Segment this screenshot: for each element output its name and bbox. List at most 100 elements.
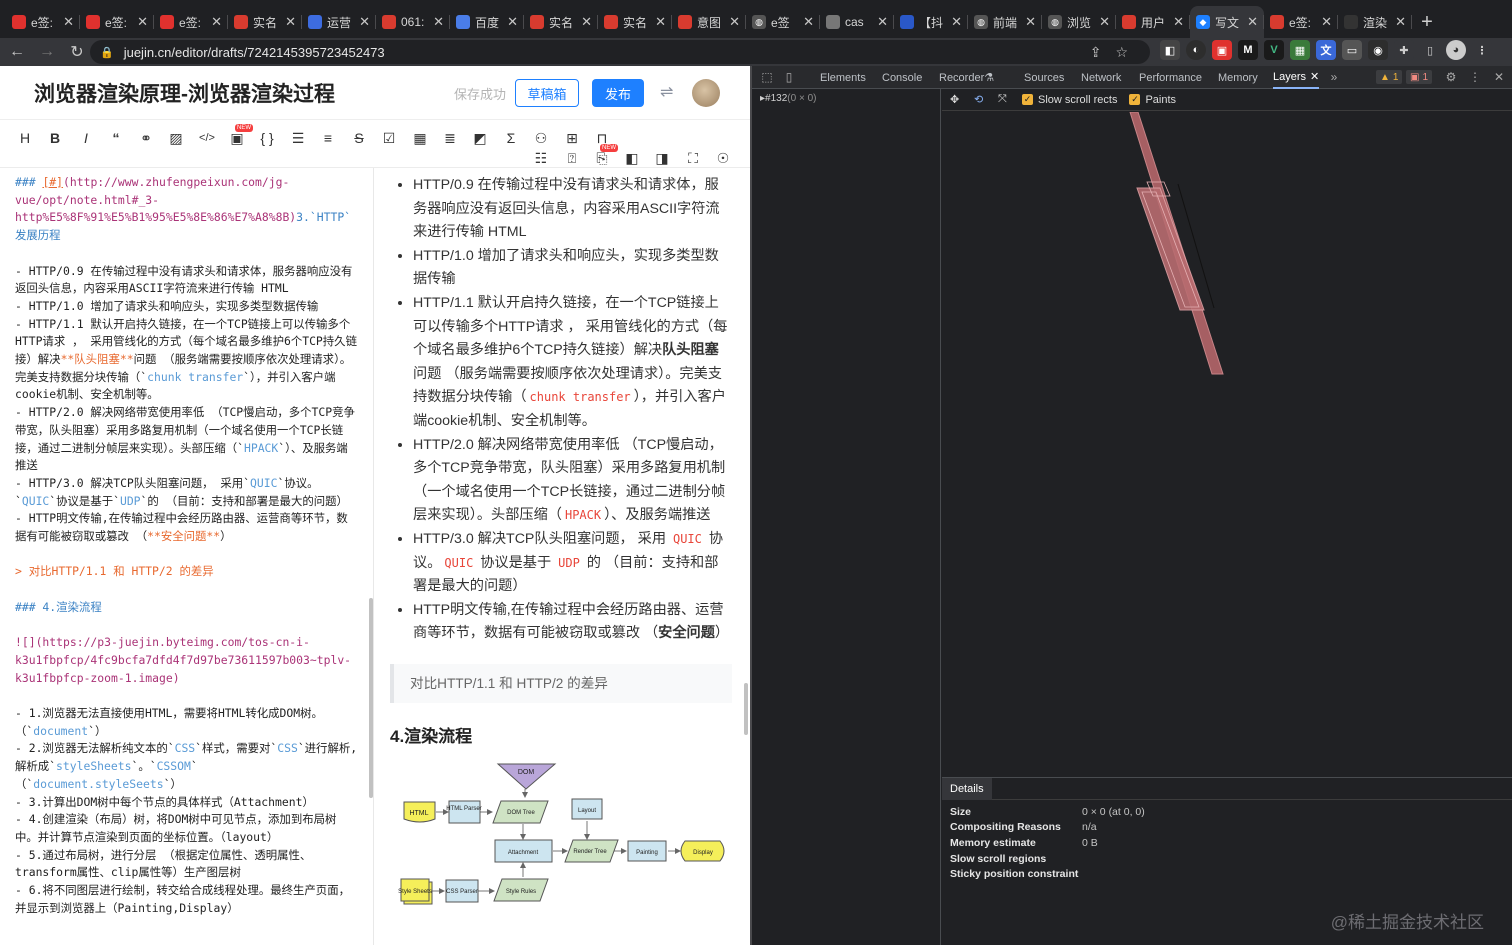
close-tab-icon[interactable]: ✕ xyxy=(729,14,740,30)
extension-icon[interactable]: M xyxy=(1238,40,1258,60)
ordered-list-icon[interactable]: ≡ xyxy=(318,129,338,147)
close-tab-icon[interactable]: ✕ xyxy=(877,14,888,30)
close-tab-icon[interactable]: ✕ xyxy=(951,14,962,30)
rotate-mode-icon[interactable]: ⟲ xyxy=(974,93,990,106)
translate-icon[interactable]: 文 xyxy=(1316,40,1336,60)
reset-transform-icon[interactable]: ⤧ xyxy=(998,93,1014,106)
user-avatar[interactable] xyxy=(692,79,720,107)
browser-tab[interactable]: 运营 ✕ xyxy=(302,6,376,38)
checkbox-icon[interactable]: ☑ xyxy=(379,129,399,147)
code-block-icon[interactable]: { } xyxy=(257,129,277,147)
toc-icon[interactable]: ☷ xyxy=(531,149,551,167)
extension-icon[interactable]: ▦ xyxy=(1290,40,1310,60)
close-tab-icon[interactable]: ✕ xyxy=(285,14,296,30)
bold-icon[interactable]: B xyxy=(45,129,65,147)
extension-icon[interactable]: ▭ xyxy=(1342,40,1362,60)
close-tab-icon[interactable]: ✕ xyxy=(433,14,444,30)
code-icon[interactable]: </> xyxy=(197,129,217,147)
devtools-tab-elements[interactable]: Elements xyxy=(820,66,866,89)
markdown-source[interactable]: ### [#](http://www.zhufengpeixun.com/jg-… xyxy=(0,168,374,945)
browser-tab[interactable]: e签: ✕ xyxy=(80,6,154,38)
reload-icon[interactable]: ↻ xyxy=(64,39,90,65)
browser-tab[interactable]: ◍ 前端 ✕ xyxy=(968,6,1042,38)
align-center-icon[interactable]: ≣ xyxy=(440,129,460,147)
diagram-icon[interactable]: ⚇ xyxy=(531,129,551,147)
close-tab-icon[interactable]: ✕ xyxy=(359,14,370,30)
close-tab-icon[interactable]: ✕ xyxy=(507,14,518,30)
browser-tab[interactable]: 【抖 ✕ xyxy=(894,6,968,38)
inspect-element-icon[interactable]: ⬚ xyxy=(760,70,774,84)
extension-icon[interactable]: ◐ xyxy=(1186,40,1206,60)
details-tab[interactable]: Details xyxy=(942,777,992,800)
device-toolbar-icon[interactable]: ▯ xyxy=(782,70,796,84)
layers-3d-view[interactable] xyxy=(942,111,1512,776)
image-icon[interactable]: ▨ xyxy=(166,129,186,147)
close-tab-icon[interactable]: ✕ xyxy=(1321,14,1332,30)
fullscreen-icon[interactable]: ⛶ xyxy=(683,149,703,167)
close-tab-icon[interactable]: ✕ xyxy=(1099,14,1110,30)
close-tab-icon[interactable]: ✕ xyxy=(581,14,592,30)
devtools-tab-memory[interactable]: Memory xyxy=(1218,66,1258,89)
close-tab-icon[interactable]: ✕ xyxy=(1173,14,1184,30)
browser-tab[interactable]: 实名 ✕ xyxy=(598,6,672,38)
preview-only-icon[interactable]: ◨ xyxy=(652,149,672,167)
close-tab-icon[interactable]: ✕ xyxy=(137,14,148,30)
publish-button[interactable]: 发布 xyxy=(592,79,644,107)
browser-tab[interactable]: 百度 ✕ xyxy=(450,6,524,38)
address-bar[interactable]: 🔒 juejin.cn/editor/drafts/72421453957234… xyxy=(90,40,1150,64)
browser-tab[interactable]: 渲染 ✕ xyxy=(1338,6,1412,38)
back-icon[interactable]: ← xyxy=(4,39,30,65)
help-icon[interactable]: ⍰ xyxy=(562,149,582,167)
link-icon[interactable]: ⚭ xyxy=(136,129,156,147)
browser-tab[interactable]: e签: ✕ xyxy=(1264,6,1338,38)
sidepanel-icon[interactable]: ▯ xyxy=(1420,40,1440,60)
italic-icon[interactable]: I xyxy=(76,129,96,147)
devtools-tab-network[interactable]: Network xyxy=(1081,66,1121,89)
swap-layout-icon[interactable]: ⇌ xyxy=(660,82,673,102)
extension-icon[interactable]: ▣ xyxy=(1212,40,1232,60)
browser-tab[interactable]: e签: ✕ xyxy=(154,6,228,38)
browser-tab[interactable]: 实名 ✕ xyxy=(228,6,302,38)
menu-kebab-icon[interactable]: ⋮ xyxy=(1472,40,1492,60)
extension-icon[interactable]: ◧ xyxy=(1160,40,1180,60)
editor-only-icon[interactable]: ◧ xyxy=(622,149,642,167)
vue-devtools-icon[interactable]: V xyxy=(1264,40,1284,60)
unordered-list-icon[interactable]: ☰ xyxy=(288,129,308,147)
close-tab-icon[interactable]: ✕ xyxy=(211,14,222,30)
close-tab-icon[interactable]: ✕ xyxy=(1025,14,1036,30)
slow-scroll-checkbox[interactable]: ✓ Slow scroll rects xyxy=(1022,94,1117,106)
pan-mode-icon[interactable]: ✥ xyxy=(950,93,966,106)
embed-icon[interactable]: ◩ xyxy=(470,129,490,147)
errors-badge[interactable]: ▣ 1 xyxy=(1406,70,1433,84)
github-icon[interactable]: ☉ xyxy=(713,149,733,167)
devtools-tab-recorder[interactable]: Recorder ⚗ xyxy=(939,66,994,89)
preview-scrollbar[interactable] xyxy=(744,683,748,735)
browser-tab[interactable]: ◍ e签 ✕ xyxy=(746,6,820,38)
forward-icon[interactable]: → xyxy=(34,39,60,65)
browser-tab[interactable]: 061: ✕ xyxy=(376,6,450,38)
close-tab-icon[interactable]: ✕ xyxy=(655,14,666,30)
close-tab-icon[interactable]: ✕ xyxy=(1395,14,1406,30)
browser-tab[interactable]: 意图 ✕ xyxy=(672,6,746,38)
browser-tab[interactable]: e签: ✕ xyxy=(6,6,80,38)
close-devtools-icon[interactable]: ✕ xyxy=(1492,70,1506,84)
formula-icon[interactable]: Σ xyxy=(501,129,521,147)
more-tabs-icon[interactable]: » xyxy=(1327,70,1341,84)
settings-gear-icon[interactable]: ⚙ xyxy=(1444,70,1458,84)
devtools-tab-performance[interactable]: Performance xyxy=(1139,66,1202,89)
close-tab-icon[interactable]: ✕ xyxy=(63,14,74,30)
bookmark-star-icon[interactable]: ⇪☆ xyxy=(1090,44,1142,61)
browser-tab[interactable]: ◍ 浏览 ✕ xyxy=(1042,6,1116,38)
devtools-tab-layers[interactable]: Layers ✕ xyxy=(1273,66,1320,89)
strikethrough-icon[interactable]: S xyxy=(349,129,369,147)
browser-tab[interactable]: 用户 ✕ xyxy=(1116,6,1190,38)
puzzle-icon[interactable]: ✚ xyxy=(1394,40,1414,60)
apps-grid-icon[interactable]: ⊞ xyxy=(562,129,582,147)
close-tab-icon[interactable]: ✕ xyxy=(803,14,814,30)
ai-icon[interactable]: ⎘ NEW xyxy=(592,144,618,167)
draft-box-button[interactable]: 草稿箱 xyxy=(515,79,579,107)
browser-tab[interactable]: cas ✕ xyxy=(820,6,894,38)
new-tab-button[interactable]: + xyxy=(1412,6,1442,38)
devtools-tab-sources[interactable]: Sources xyxy=(1024,66,1064,89)
devtools-tab-console[interactable]: Console xyxy=(882,66,922,89)
